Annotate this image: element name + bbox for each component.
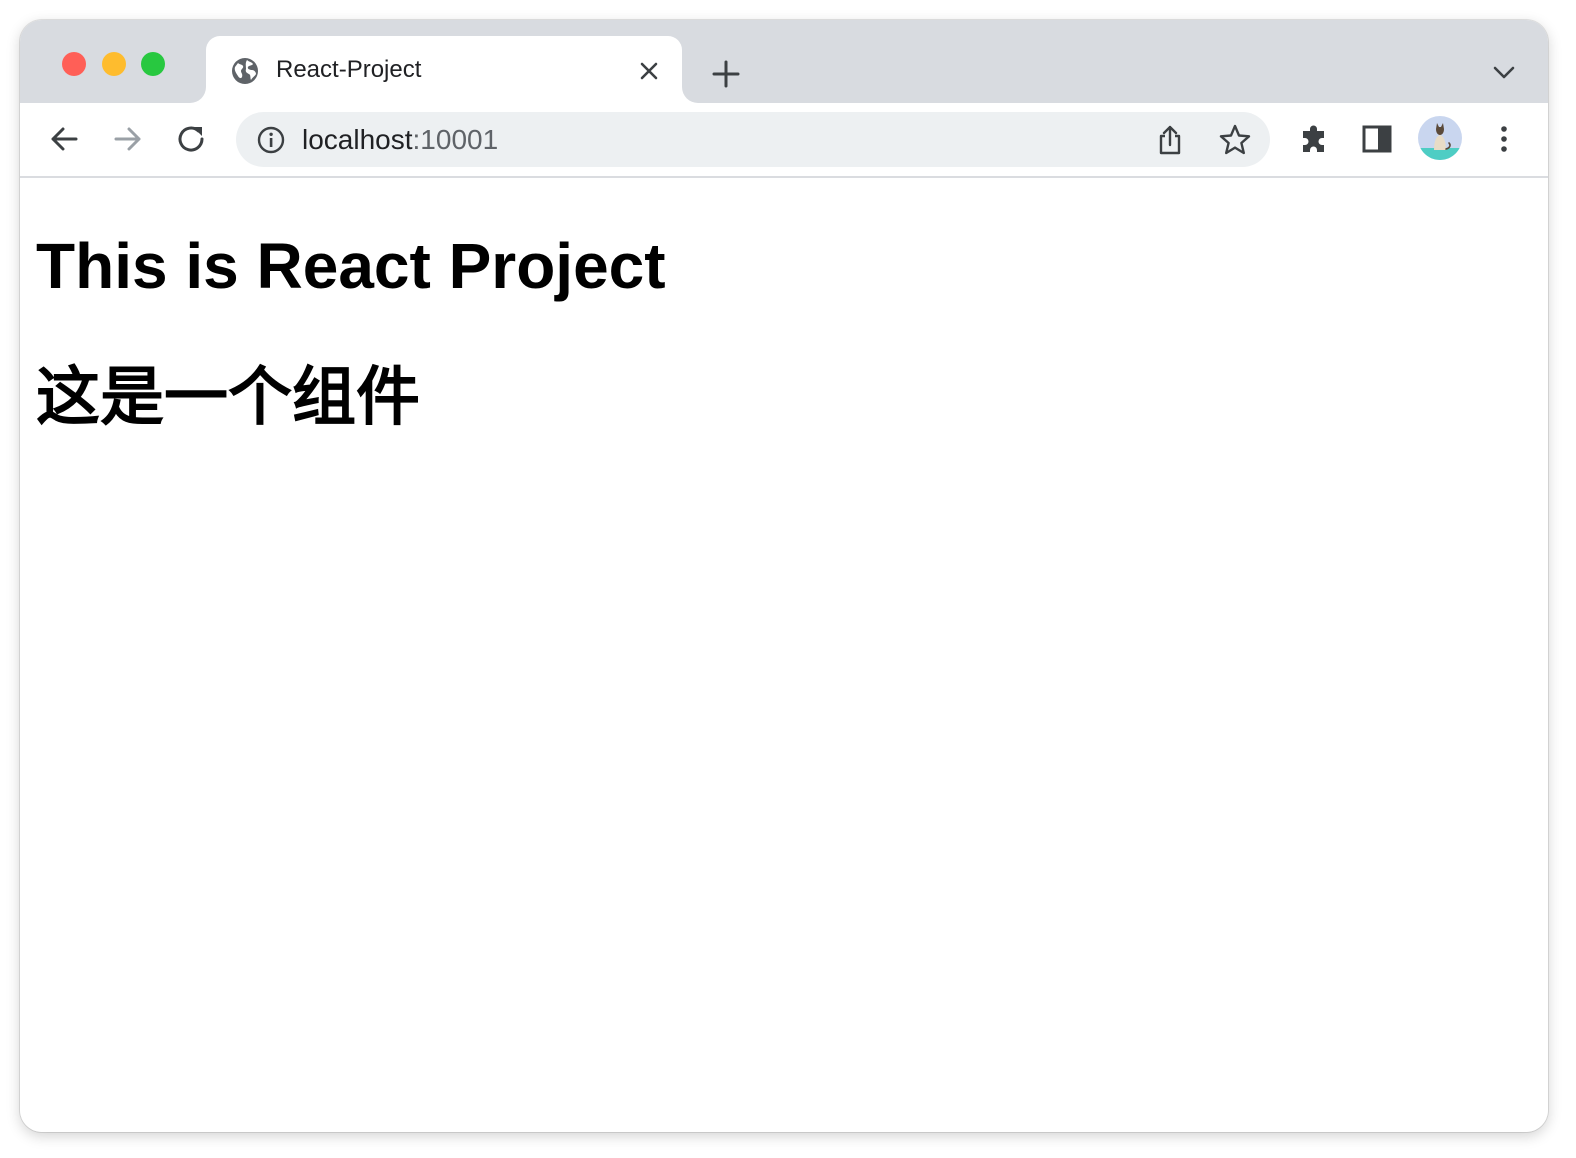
page-content: This is React Project 这是一个组件 <box>20 178 1548 1132</box>
arrow-right-icon[interactable] <box>108 119 148 159</box>
info-icon[interactable] <box>256 125 286 155</box>
address-bar[interactable]: localhost:10001 <box>236 112 1270 167</box>
arrow-left-icon[interactable] <box>44 119 84 159</box>
toolbar: localhost:10001 <box>20 103 1548 178</box>
url-host: localhost <box>302 124 413 155</box>
page-heading-english: This is React Project <box>36 230 666 302</box>
reload-icon[interactable] <box>171 119 211 159</box>
window-close-button[interactable] <box>62 52 86 76</box>
tab-react-project[interactable]: React-Project <box>206 36 682 103</box>
browser-window: React-Project localhost:10001 This is Re… <box>20 20 1548 1132</box>
globe-icon <box>232 58 258 84</box>
page-heading-chinese: 这是一个组件 <box>36 361 420 435</box>
tab-title: React-Project <box>276 56 422 83</box>
tab-close-icon[interactable] <box>634 56 664 86</box>
share-icon[interactable] <box>1152 122 1188 158</box>
url-port: :10001 <box>412 124 499 155</box>
puzzle-icon[interactable] <box>1294 119 1334 159</box>
avatar[interactable] <box>1418 116 1462 160</box>
window-zoom-button[interactable] <box>141 52 165 76</box>
star-icon[interactable] <box>1217 122 1253 158</box>
side-panel-icon[interactable] <box>1357 119 1397 159</box>
new-tab-icon[interactable] <box>706 54 746 94</box>
chevron-down-icon[interactable] <box>1488 56 1520 88</box>
profile-avatar-icon <box>1418 116 1462 160</box>
kebab-menu-icon[interactable] <box>1484 119 1524 159</box>
tab-strip: React-Project <box>20 20 1548 103</box>
window-minimize-button[interactable] <box>102 52 126 76</box>
url-text[interactable]: localhost:10001 <box>302 124 498 156</box>
